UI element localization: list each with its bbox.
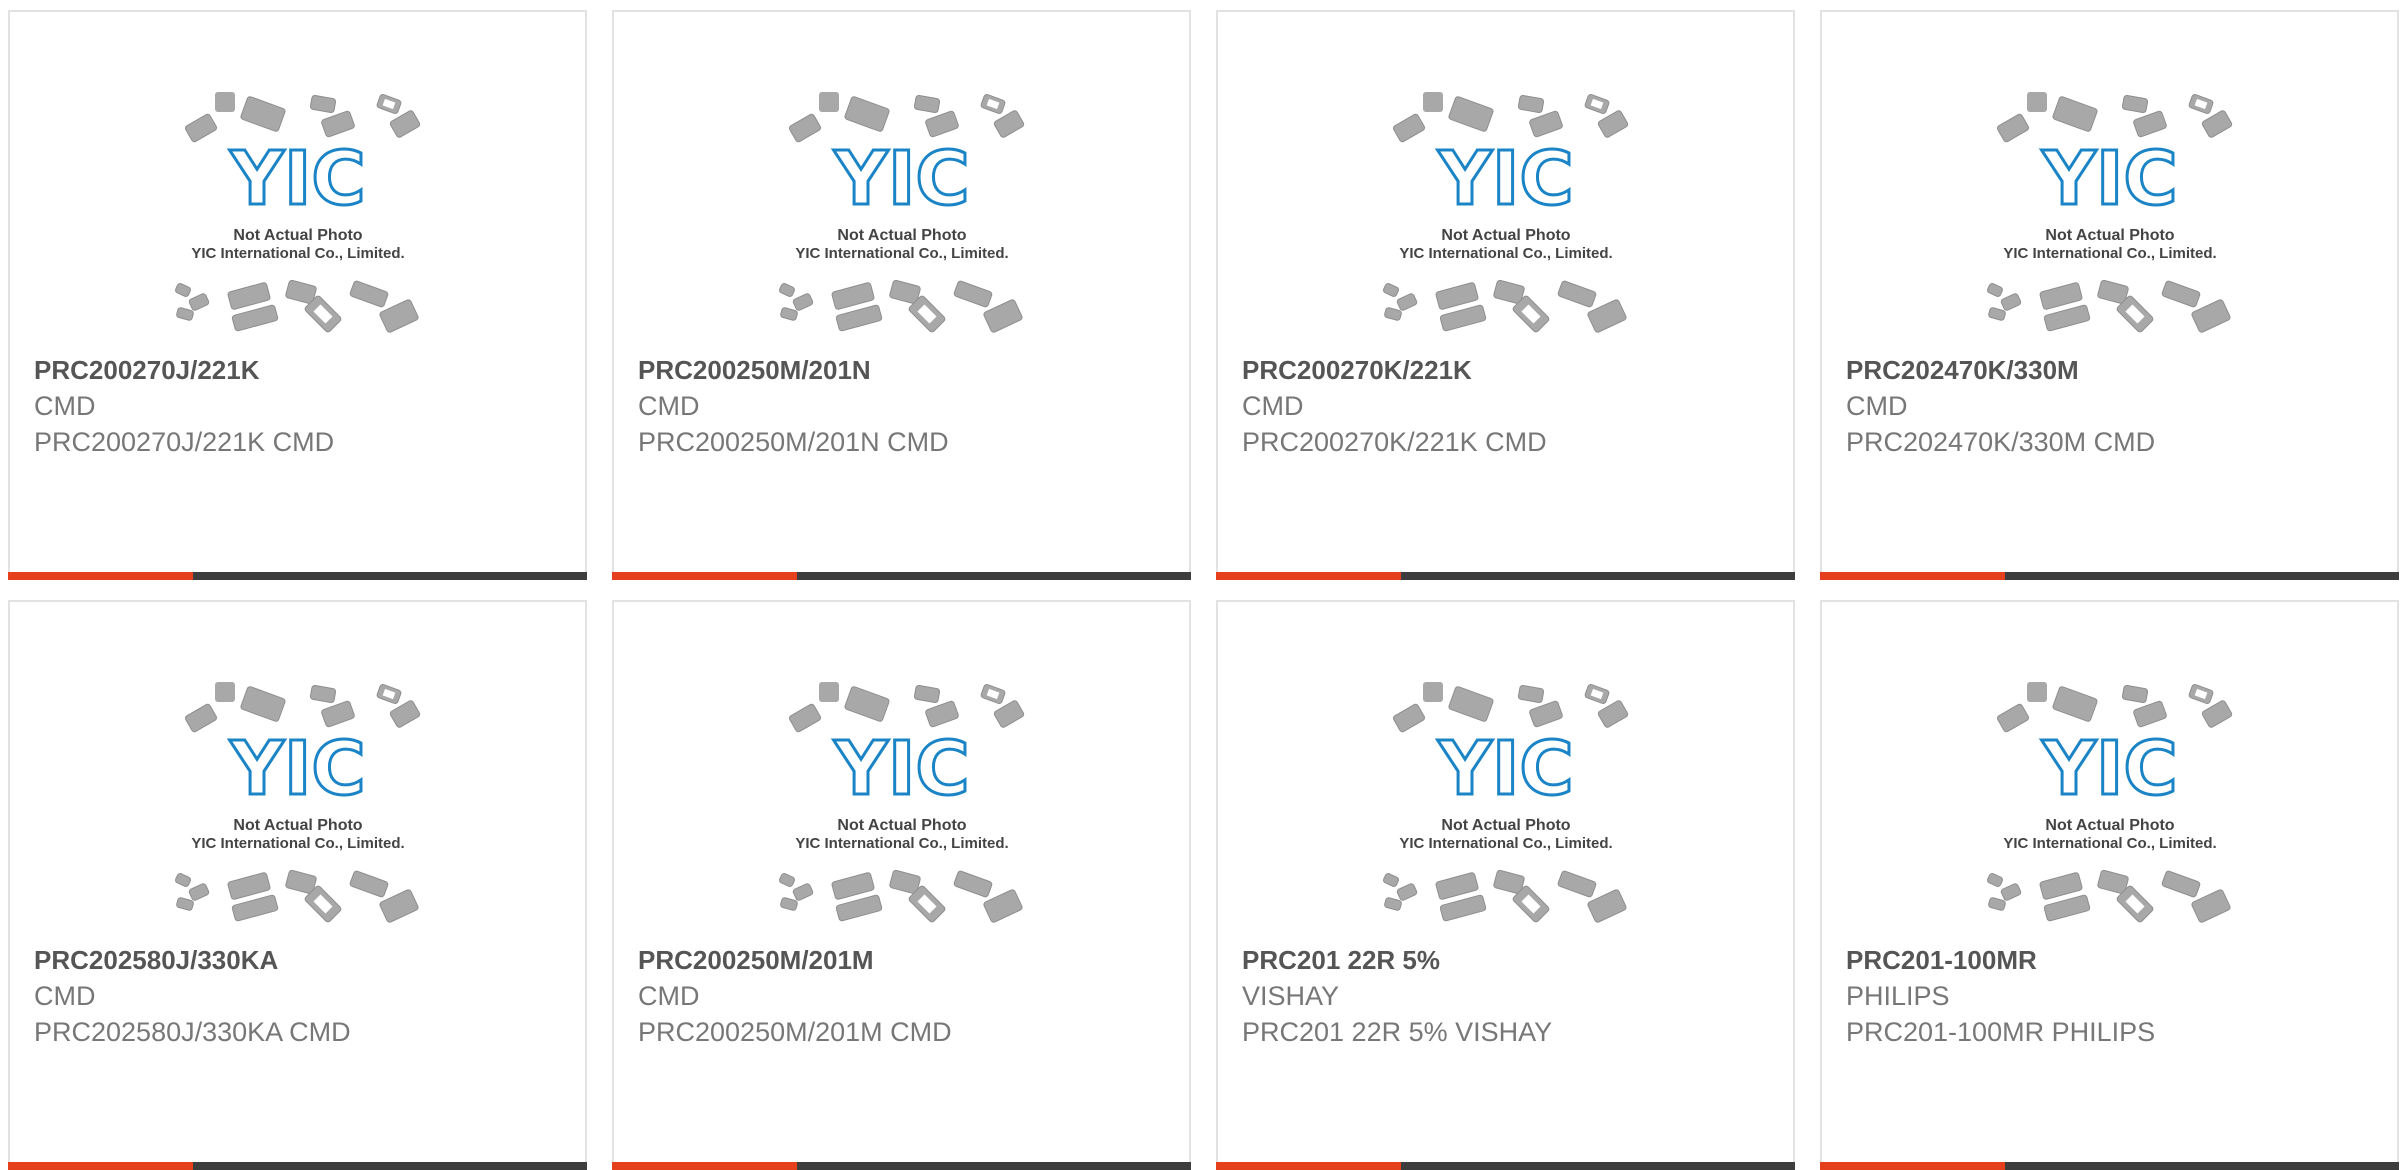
placeholder-caption-1: Not Actual Photo	[233, 227, 362, 244]
product-image[interactable]: YIC Not Actual Photo YIC International Co.…	[614, 682, 1189, 942]
placeholder-caption-2: YIC International Co., Limited.	[191, 245, 404, 262]
product-info: PRC200270K/221K CMD PRC200270K/221K CMD	[1242, 352, 1773, 460]
card-accent-bar	[1820, 1162, 2399, 1170]
part-number[interactable]: PRC200270K/221K	[1242, 352, 1773, 388]
manufacturer: CMD	[34, 391, 96, 421]
product-info: PRC200250M/201M CMD PRC200250M/201M CMD	[638, 942, 1169, 1050]
product-description: PRC200250M/201M CMD	[638, 1017, 952, 1047]
product-grid: YIC Not Actual Photo YIC International Co.…	[8, 10, 2400, 1170]
part-number[interactable]: PRC200270J/221K	[34, 352, 565, 388]
yic-logo: YIC	[2041, 726, 2177, 812]
product-image[interactable]: YIC Not Actual Photo YIC International Co.…	[1822, 92, 2397, 352]
placeholder-caption-2: YIC International Co., Limited.	[795, 835, 1008, 852]
product-image[interactable]: YIC Not Actual Photo YIC International Co.…	[614, 92, 1189, 352]
manufacturer: CMD	[1242, 391, 1304, 421]
part-number[interactable]: PRC200250M/201N	[638, 352, 1169, 388]
product-image[interactable]: YIC Not Actual Photo YIC International Co.…	[1822, 682, 2397, 942]
card-accent-bar	[612, 572, 1191, 580]
product-card[interactable]: YIC Not Actual Photo YIC International Co.…	[612, 600, 1191, 1170]
product-card[interactable]: YIC Not Actual Photo YIC International Co.…	[612, 10, 1191, 580]
yic-logo: YIC	[1437, 726, 1573, 812]
placeholder-caption-1: Not Actual Photo	[1441, 817, 1570, 834]
product-info: PRC202470K/330M CMD PRC202470K/330M CMD	[1846, 352, 2377, 460]
card-accent-bar	[1820, 572, 2399, 580]
placeholder-caption-2: YIC International Co., Limited.	[2003, 835, 2216, 852]
part-number[interactable]: PRC201-100MR	[1846, 942, 2377, 978]
placeholder-caption-1: Not Actual Photo	[837, 227, 966, 244]
yic-logo: YIC	[229, 726, 365, 812]
card-accent-bar	[1216, 1162, 1795, 1170]
part-number[interactable]: PRC201 22R 5%	[1242, 942, 1773, 978]
product-card[interactable]: YIC Not Actual Photo YIC International Co.…	[1216, 10, 1795, 580]
product-info: PRC200270J/221K CMD PRC200270J/221K CMD	[34, 352, 565, 460]
product-description: PRC201-100MR PHILIPS	[1846, 1017, 2156, 1047]
yic-logo: YIC	[229, 136, 365, 222]
card-accent-bar	[8, 1162, 587, 1170]
placeholder-caption-2: YIC International Co., Limited.	[1399, 835, 1612, 852]
product-image[interactable]: YIC Not Actual Photo YIC International Co.…	[10, 92, 585, 352]
yic-logo: YIC	[833, 136, 969, 222]
placeholder-caption-1: Not Actual Photo	[2045, 227, 2174, 244]
placeholder-caption-1: Not Actual Photo	[837, 817, 966, 834]
product-card[interactable]: YIC Not Actual Photo YIC International Co.…	[8, 600, 587, 1170]
product-card[interactable]: YIC Not Actual Photo YIC International Co.…	[1216, 600, 1795, 1170]
yic-logo: YIC	[833, 726, 969, 812]
manufacturer: PHILIPS	[1846, 981, 1950, 1011]
product-description: PRC200270K/221K CMD	[1242, 427, 1547, 457]
placeholder-caption-1: Not Actual Photo	[233, 817, 362, 834]
product-card[interactable]: YIC Not Actual Photo YIC International Co.…	[8, 10, 587, 580]
manufacturer: CMD	[638, 981, 700, 1011]
product-image[interactable]: YIC Not Actual Photo YIC International Co.…	[1218, 92, 1793, 352]
manufacturer: VISHAY	[1242, 981, 1340, 1011]
product-info: PRC202580J/330KA CMD PRC202580J/330KA CM…	[34, 942, 565, 1050]
placeholder-caption-2: YIC International Co., Limited.	[2003, 245, 2216, 262]
placeholder-caption-2: YIC International Co., Limited.	[191, 835, 404, 852]
product-info: PRC201-100MR PHILIPS PRC201-100MR PHILIP…	[1846, 942, 2377, 1050]
product-description: PRC202470K/330M CMD	[1846, 427, 2156, 457]
card-accent-bar	[612, 1162, 1191, 1170]
card-accent-bar	[8, 572, 587, 580]
product-card[interactable]: YIC Not Actual Photo YIC International Co.…	[1820, 600, 2399, 1170]
product-description: PRC200270J/221K CMD	[34, 427, 335, 457]
product-card[interactable]: YIC Not Actual Photo YIC International Co.…	[1820, 10, 2399, 580]
yic-logo: YIC	[2041, 136, 2177, 222]
card-accent-bar	[1216, 572, 1795, 580]
part-number[interactable]: PRC202580J/330KA	[34, 942, 565, 978]
product-info: PRC200250M/201N CMD PRC200250M/201N CMD	[638, 352, 1169, 460]
manufacturer: CMD	[1846, 391, 1908, 421]
product-description: PRC200250M/201N CMD	[638, 427, 949, 457]
product-image[interactable]: YIC Not Actual Photo YIC International Co.…	[10, 682, 585, 942]
placeholder-caption-1: Not Actual Photo	[1441, 227, 1570, 244]
placeholder-caption-1: Not Actual Photo	[2045, 817, 2174, 834]
part-number[interactable]: PRC200250M/201M	[638, 942, 1169, 978]
placeholder-caption-2: YIC International Co., Limited.	[795, 245, 1008, 262]
product-description: PRC201 22R 5% VISHAY	[1242, 1017, 1553, 1047]
product-info: PRC201 22R 5% VISHAY PRC201 22R 5% VISHA…	[1242, 942, 1773, 1050]
manufacturer: CMD	[34, 981, 96, 1011]
placeholder-caption-2: YIC International Co., Limited.	[1399, 245, 1612, 262]
part-number[interactable]: PRC202470K/330M	[1846, 352, 2377, 388]
manufacturer: CMD	[638, 391, 700, 421]
product-description: PRC202580J/330KA CMD	[34, 1017, 351, 1047]
yic-logo: YIC	[1437, 136, 1573, 222]
product-image[interactable]: YIC Not Actual Photo YIC International Co.…	[1218, 682, 1793, 942]
